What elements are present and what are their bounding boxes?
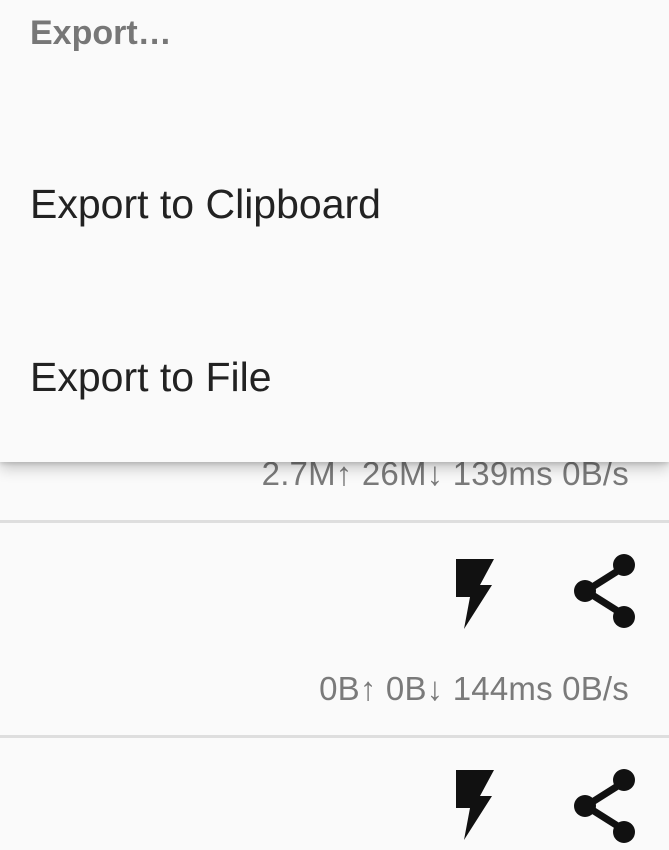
export-to-file-item[interactable]: Export to File	[0, 318, 669, 438]
export-menu: Export… Export to Clipboard Export to Fi…	[0, 0, 669, 462]
traffic-stats: 0B↑ 0B↓ 144ms 0B/s	[319, 670, 629, 707]
flash-icon[interactable]	[450, 770, 494, 845]
export-to-clipboard-item[interactable]: Export to Clipboard	[0, 145, 669, 265]
list-item[interactable]: 0B↑ 0B↓ 144ms 0B/s	[0, 523, 669, 735]
app-screen: 2.7M↑ 26M↓ 139ms 0B/s 0B↑ 0B↓ 144ms 0B/s	[0, 0, 669, 850]
menu-item-label: Export to File	[30, 354, 272, 400]
menu-item-label: Export to Clipboard	[30, 181, 381, 227]
list-item[interactable]	[0, 738, 669, 850]
share-icon[interactable]	[572, 768, 640, 849]
menu-header: Export…	[30, 14, 172, 52]
share-icon[interactable]	[572, 553, 640, 634]
flash-icon[interactable]	[450, 559, 494, 634]
